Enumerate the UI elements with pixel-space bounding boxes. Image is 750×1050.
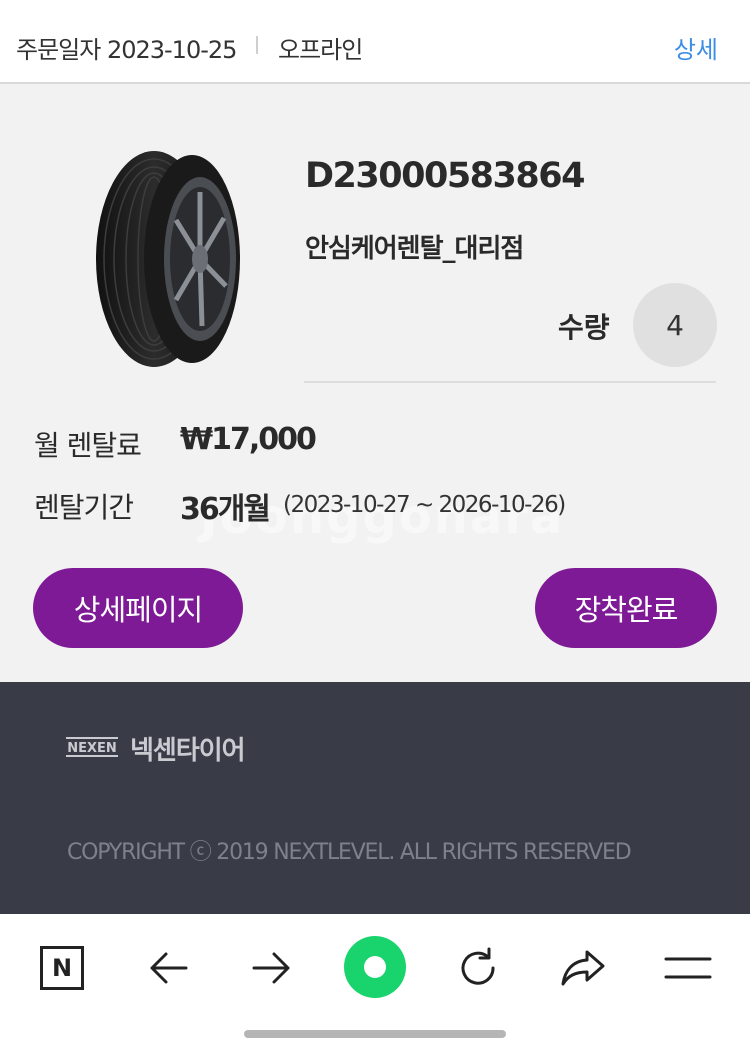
n-icon: N xyxy=(40,946,84,990)
back-arrow-icon xyxy=(150,952,188,984)
order-channel: 오프라인 xyxy=(278,36,363,64)
share-button[interactable] xyxy=(555,940,611,996)
forward-button[interactable] xyxy=(244,940,300,996)
install-complete-button[interactable]: 장착완료 xyxy=(535,568,717,648)
store-name: 안심케어렌탈_대리점 xyxy=(305,234,524,264)
monthly-fee-value: ₩17,000 xyxy=(180,422,317,457)
home-dot-icon xyxy=(364,956,386,978)
order-number: D23000583864 xyxy=(305,156,585,196)
menu-icon xyxy=(664,957,712,979)
home-dot-button[interactable] xyxy=(344,936,406,998)
copyright-text: COPYRIGHT ⓒ 2019 NEXTLEVEL. ALL RIGHTS R… xyxy=(67,840,632,865)
refresh-button[interactable] xyxy=(450,940,506,996)
header-separator xyxy=(256,36,258,54)
nexen-logo-icon: NEXEN xyxy=(66,737,118,757)
logo-text: NEXEN xyxy=(67,741,117,756)
order-header: 주문일자 2023-10-25 오프라인 상세 xyxy=(0,0,750,84)
monthly-fee-label: 월 렌탈료 xyxy=(34,429,142,462)
detail-page-button[interactable]: 상세페이지 xyxy=(33,568,243,648)
divider xyxy=(304,381,716,383)
share-icon xyxy=(561,950,605,986)
rental-period-label: 렌탈기간 xyxy=(34,491,134,524)
n-home-button[interactable]: N xyxy=(34,940,90,996)
footer: NEXEN 넥센타이어 COPYRIGHT ⓒ 2019 NEXTLEVEL. … xyxy=(0,682,750,914)
order-card: D23000583864 안심케어렌탈_대리점 수량 4 월 렌탈료 ₩17,0… xyxy=(0,84,750,682)
order-date: 주문일자 2023-10-25 xyxy=(16,36,237,64)
quantity-badge: 4 xyxy=(633,283,717,367)
rental-period-range: (2023-10-27 ~ 2026-10-26) xyxy=(283,492,566,518)
forward-arrow-icon xyxy=(252,952,290,984)
back-button[interactable] xyxy=(140,940,196,996)
menu-button[interactable] xyxy=(660,940,716,996)
gesture-handle xyxy=(244,1030,506,1038)
refresh-icon xyxy=(461,947,495,985)
brand-name: 넥센타이어 xyxy=(130,736,246,766)
quantity-label: 수량 xyxy=(558,311,610,344)
detail-link[interactable]: 상세 xyxy=(674,30,718,65)
rental-period-months: 36개월 xyxy=(180,492,271,527)
tire-image xyxy=(96,151,240,367)
